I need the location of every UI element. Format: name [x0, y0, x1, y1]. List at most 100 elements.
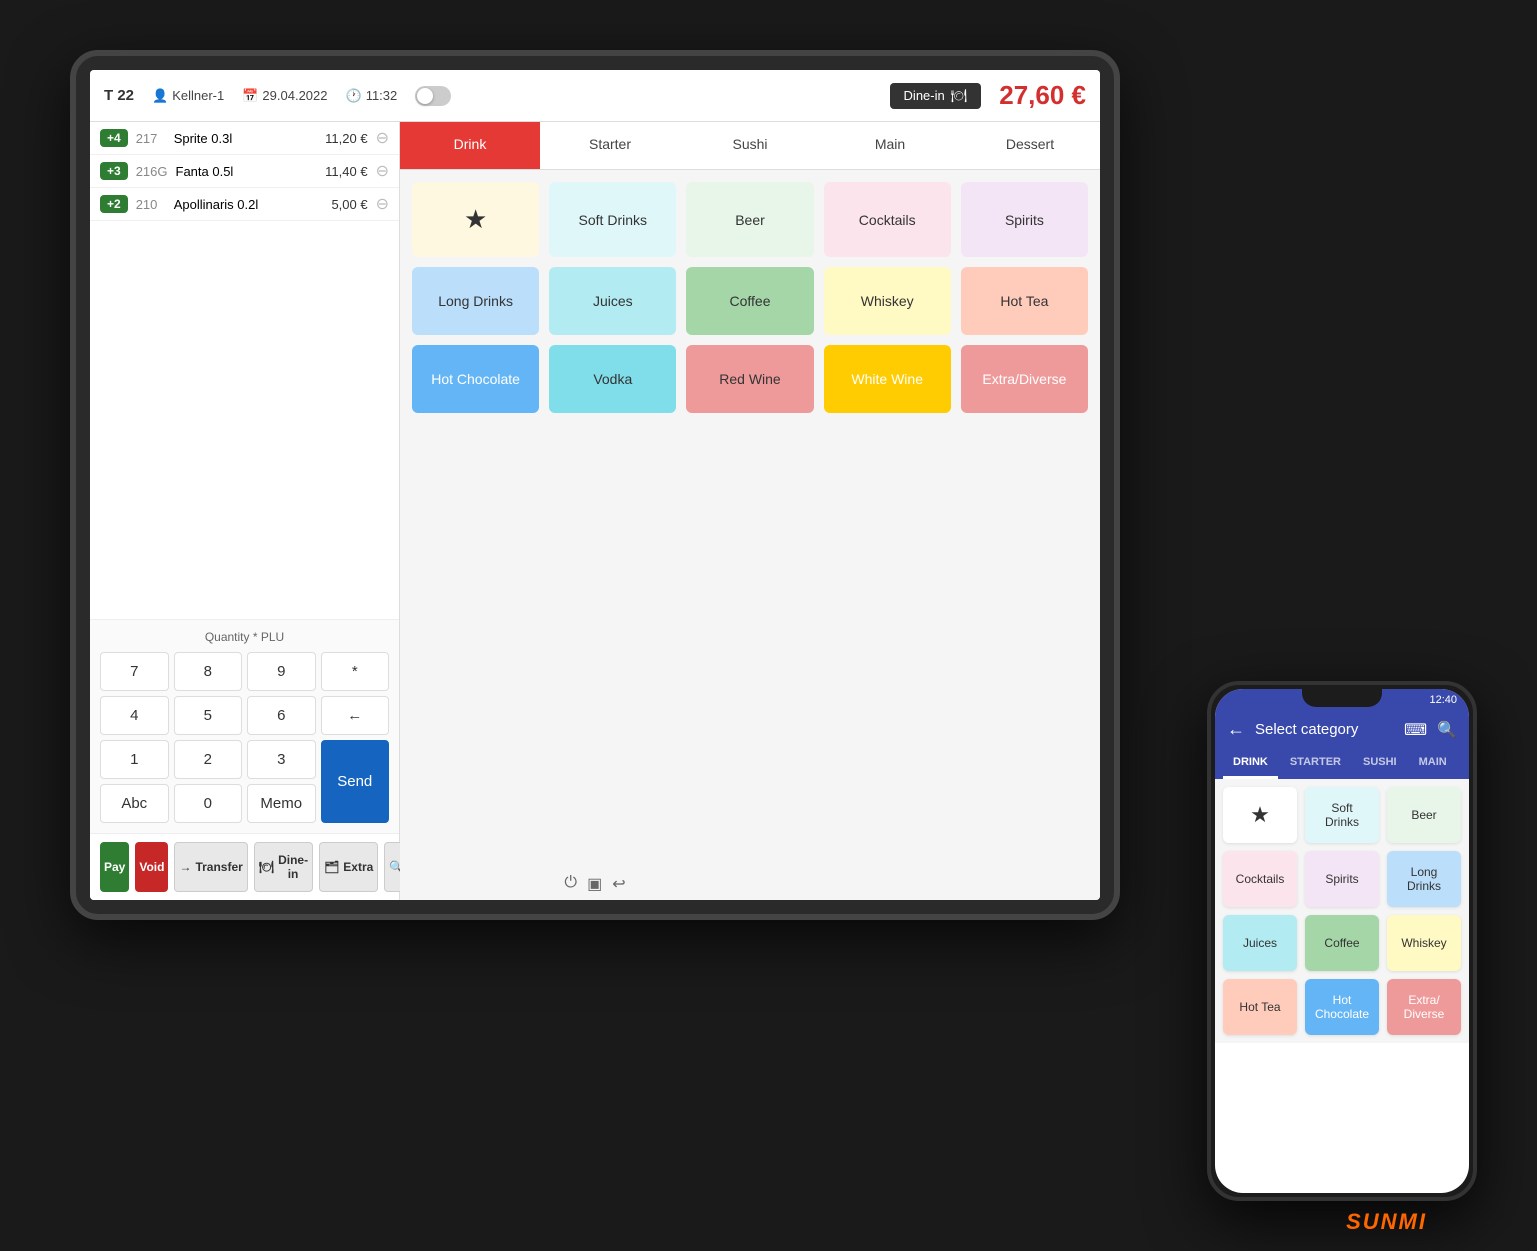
transfer-button[interactable]: → Transfer	[174, 842, 247, 892]
order-items-list: +4 217 Sprite 0.3l 11,20 € ⊖ +3 216G Fan…	[90, 122, 399, 619]
tab-dessert[interactable]: Dessert	[960, 122, 1100, 169]
search-icon[interactable]: 🔍	[1437, 720, 1457, 740]
tab-main[interactable]: Main	[820, 122, 960, 169]
extra-button[interactable]: 🗂 Extra	[319, 842, 378, 892]
phone-tab-starter[interactable]: STARTER	[1280, 748, 1351, 779]
phone-header: ← Select category ⌨ 🔍	[1215, 711, 1469, 748]
tab-sushi[interactable]: Sushi	[680, 122, 820, 169]
toggle-switch[interactable]	[415, 86, 451, 106]
tile-whiskey[interactable]: Whiskey	[824, 267, 951, 335]
phone-tile-coffee[interactable]: Coffee	[1305, 915, 1379, 971]
sunmi-logo: SUNMI	[1346, 1209, 1427, 1235]
remove-icon[interactable]: ⊖	[376, 194, 389, 214]
numpad-4[interactable]: 4	[100, 696, 169, 735]
phone-time: 12:40	[1429, 694, 1457, 706]
phone-title: Select category	[1255, 721, 1394, 738]
item-price: 5,00 €	[331, 197, 367, 212]
phone-tile-favorites[interactable]: ★	[1223, 787, 1297, 843]
table-row: +3 216G Fanta 0.5l 11,40 € ⊖	[90, 155, 399, 188]
tile-coffee[interactable]: Coffee	[686, 267, 813, 335]
tile-long-drinks[interactable]: Long Drinks	[412, 267, 539, 335]
phone-tile-spirits[interactable]: Spirits	[1305, 851, 1379, 907]
item-name: Sprite 0.3l	[174, 131, 317, 146]
remove-icon[interactable]: ⊖	[376, 161, 389, 181]
back-button[interactable]: ←	[1227, 719, 1245, 740]
power-icon: ⏻	[564, 874, 577, 894]
item-price: 11,40 €	[325, 164, 367, 179]
numpad-7[interactable]: 7	[100, 652, 169, 691]
numpad-backspace[interactable]: ←	[321, 696, 390, 735]
phone-notch	[1302, 685, 1382, 707]
tile-extra-diverse[interactable]: Extra/Diverse	[961, 345, 1088, 413]
remove-icon[interactable]: ⊖	[376, 128, 389, 148]
keyboard-icon[interactable]: ⌨	[1404, 720, 1427, 740]
item-name: Fanta 0.5l	[176, 164, 318, 179]
tile-favorites[interactable]: ★	[412, 182, 539, 257]
table-row: +2 210 Apollinaris 0.2l 5,00 € ⊖	[90, 188, 399, 221]
item-number: 217	[136, 131, 166, 146]
phone-tab-main[interactable]: MAIN	[1409, 748, 1457, 779]
tile-soft-drinks[interactable]: Soft Drinks	[549, 182, 676, 257]
tile-red-wine[interactable]: Red Wine	[686, 345, 813, 413]
numpad-6[interactable]: 6	[247, 696, 316, 735]
tile-juices[interactable]: Juices	[549, 267, 676, 335]
send-button[interactable]: Send	[321, 740, 390, 823]
numpad-abc[interactable]: Abc	[100, 784, 169, 823]
item-price: 11,20 €	[325, 131, 367, 146]
tab-starter[interactable]: Starter	[540, 122, 680, 169]
phone-tile-long-drinks[interactable]: Long Drinks	[1387, 851, 1461, 907]
numpad-multiply[interactable]: *	[321, 652, 390, 691]
phone-tab-dessert[interactable]: DESSE…	[1459, 748, 1469, 779]
phone-tile-hot-chocolate[interactable]: Hot Chocolate	[1305, 979, 1379, 1035]
phone-category-tabs: DRINK STARTER SUSHI MAIN DESSE…	[1215, 748, 1469, 779]
phone-tile-hot-tea[interactable]: Hot Tea	[1223, 979, 1297, 1035]
waiter-icon: 👤	[152, 88, 168, 104]
numpad-9[interactable]: 9	[247, 652, 316, 691]
numpad-memo[interactable]: Memo	[247, 784, 316, 823]
clock-icon: 🕐	[346, 88, 362, 104]
dine-in-btn-icon: 🍽	[259, 860, 274, 874]
tile-cocktails[interactable]: Cocktails	[824, 182, 951, 257]
numpad-8[interactable]: 8	[174, 652, 243, 691]
item-name: Apollinaris 0.2l	[174, 197, 324, 212]
waiter-label: 👤 Kellner-1	[152, 88, 224, 104]
dine-in-badge: Dine-in 🍽	[890, 83, 982, 109]
home-icon: ▣	[587, 874, 602, 894]
action-bar: Pay Void → Transfer 🍽 Dine-in 🗂 Extra	[90, 833, 399, 900]
table-label: T 22	[104, 87, 134, 104]
tile-beer[interactable]: Beer	[686, 182, 813, 257]
phone-tab-sushi[interactable]: SUSHI	[1353, 748, 1407, 779]
numpad-3[interactable]: 3	[247, 740, 316, 779]
phone-tile-juices[interactable]: Juices	[1223, 915, 1297, 971]
category-tabs: Drink Starter Sushi Main Dessert	[400, 122, 1100, 170]
menu-grid: ★ Soft Drinks Beer Cocktails Spirits Lon…	[400, 170, 1100, 425]
pay-button[interactable]: Pay	[100, 842, 129, 892]
numpad-0[interactable]: 0	[174, 784, 243, 823]
numpad-1[interactable]: 1	[100, 740, 169, 779]
phone-tile-cocktails[interactable]: Cocktails	[1223, 851, 1297, 907]
date-label: 📅 29.04.2022	[242, 88, 327, 104]
tab-drink[interactable]: Drink	[400, 122, 540, 169]
tile-vodka[interactable]: Vodka	[549, 345, 676, 413]
tile-white-wine[interactable]: White Wine	[824, 345, 951, 413]
phone-menu-grid: ★ Soft Drinks Beer Cocktails Spirits Lon…	[1215, 779, 1469, 1043]
pos-header: T 22 👤 Kellner-1 📅 29.04.2022 🕐 11:32 Di…	[90, 70, 1100, 122]
tablet-controls: ⏻ ▣ ↩	[564, 874, 625, 894]
phone-tile-soft-drinks[interactable]: Soft Drinks	[1305, 787, 1379, 843]
void-button[interactable]: Void	[135, 842, 168, 892]
numpad-5[interactable]: 5	[174, 696, 243, 735]
tile-hot-tea[interactable]: Hot Tea	[961, 267, 1088, 335]
item-qty: +4	[100, 129, 128, 147]
numpad-2[interactable]: 2	[174, 740, 243, 779]
phone-tile-extra-diverse[interactable]: Extra/ Diverse	[1387, 979, 1461, 1035]
transfer-icon: →	[179, 860, 191, 874]
phone-tile-whiskey[interactable]: Whiskey	[1387, 915, 1461, 971]
phone-tile-beer[interactable]: Beer	[1387, 787, 1461, 843]
phone: 12:40 ← Select category ⌨ 🔍 DRINK STARTE…	[1207, 681, 1477, 1201]
phone-tab-drink[interactable]: DRINK	[1223, 748, 1278, 779]
tile-spirits[interactable]: Spirits	[961, 182, 1088, 257]
tablet: T 22 👤 Kellner-1 📅 29.04.2022 🕐 11:32 Di…	[70, 50, 1120, 920]
tile-hot-chocolate[interactable]: Hot Chocolate	[412, 345, 539, 413]
dine-in-button[interactable]: 🍽 Dine-in	[254, 842, 313, 892]
item-qty: +2	[100, 195, 128, 213]
